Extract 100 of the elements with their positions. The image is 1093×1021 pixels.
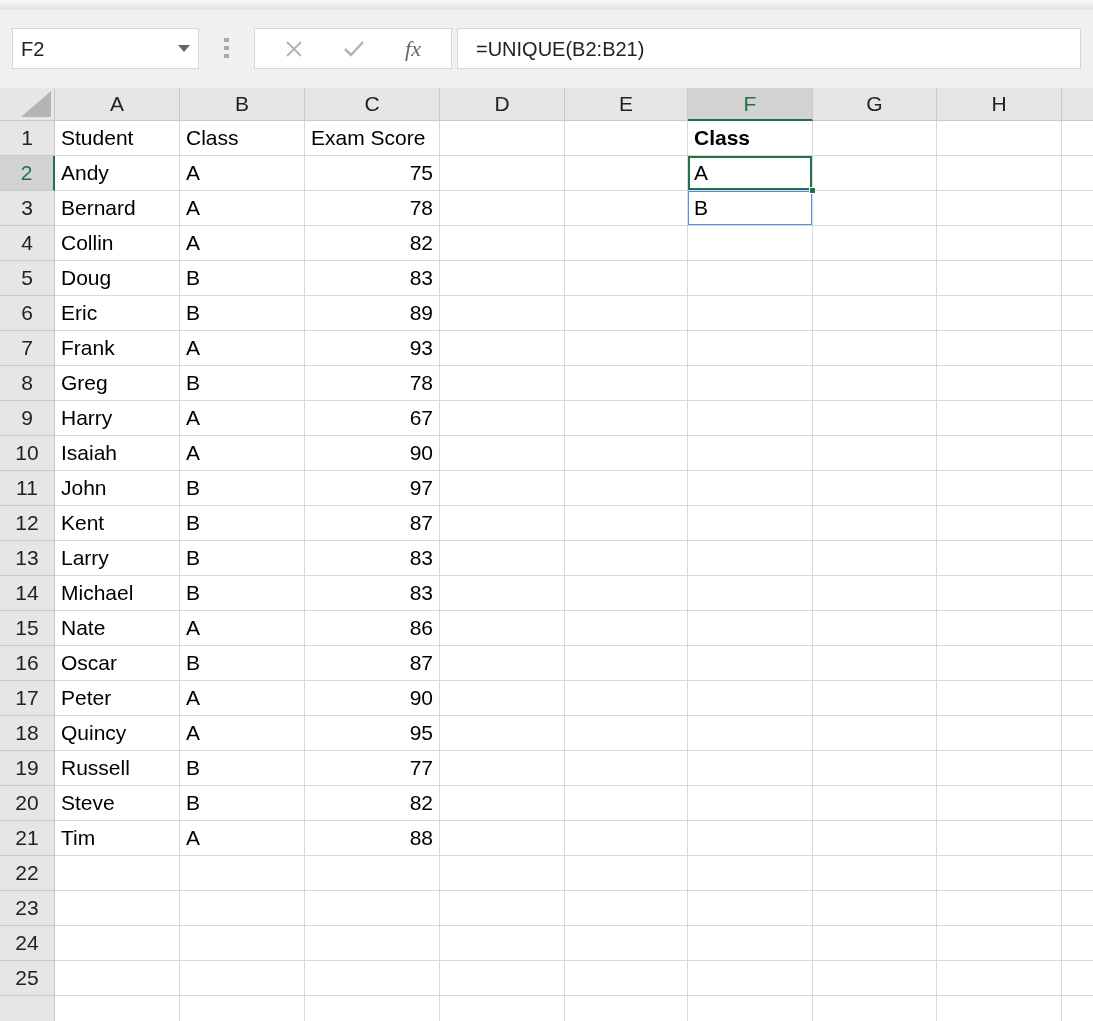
table-cell: Class [180,121,305,156]
table-cell: Peter [55,681,180,716]
table-cell: Greg [55,366,180,401]
table-cell: B [180,296,305,331]
table-cell: 78 [305,191,440,226]
column-header[interactable] [1062,88,1093,121]
table-cell: 77 [305,751,440,786]
table-cell: 83 [305,576,440,611]
column-header[interactable]: F [688,88,813,121]
close-icon[interactable] [285,39,303,58]
formula-field[interactable]: =UNIQUE(B2:B21) [457,28,1081,69]
row-header[interactable]: 19 [0,751,55,786]
table-cell: 97 [305,471,440,506]
table-cell: B [180,506,305,541]
table-cell: 90 [305,436,440,471]
table-cell: 95 [305,716,440,751]
table-cell: Tim [55,821,180,856]
row-header[interactable]: 10 [0,436,55,471]
table-cell: 88 [305,821,440,856]
table-cell: Class [688,121,813,156]
table-cell: A [688,156,813,191]
row-header[interactable]: 12 [0,506,55,541]
row-header[interactable]: 3 [0,191,55,226]
row-header[interactable]: 22 [0,856,55,891]
table-cell: A [180,436,305,471]
table-cell: Andy [55,156,180,191]
table-cell: 82 [305,226,440,261]
table-cell: 78 [305,366,440,401]
table-cell: 86 [305,611,440,646]
table-cell: B [180,366,305,401]
column-header[interactable]: H [937,88,1062,121]
table-cell: Isaiah [55,436,180,471]
grip-icon[interactable] [224,38,229,58]
table-cell: Collin [55,226,180,261]
table-cell: 83 [305,541,440,576]
table-cell: B [688,191,813,226]
table-cell: Kent [55,506,180,541]
fill-handle[interactable] [809,187,816,194]
row-header[interactable]: 6 [0,296,55,331]
table-cell: Nate [55,611,180,646]
table-cell: 67 [305,401,440,436]
table-cell: Doug [55,261,180,296]
row-header[interactable]: 1 [0,121,55,156]
table-cell: Student [55,121,180,156]
table-cell: 75 [305,156,440,191]
name-box[interactable]: F2 [12,28,199,69]
row-header[interactable]: 13 [0,541,55,576]
row-header[interactable]: 2 [0,156,55,191]
check-icon[interactable] [343,39,366,58]
table-cell: B [180,261,305,296]
cell-reference: F2 [21,36,45,62]
column-header[interactable]: D [440,88,565,121]
row-header[interactable]: 25 [0,961,55,996]
table-cell: A [180,611,305,646]
row-header[interactable]: 16 [0,646,55,681]
table-cell: Harry [55,401,180,436]
select-all-icon[interactable] [21,91,51,117]
row-header[interactable]: 23 [0,891,55,926]
table-cell: A [180,821,305,856]
table-cell: Russell [55,751,180,786]
row-header[interactable]: 11 [0,471,55,506]
row-header[interactable]: 5 [0,261,55,296]
table-cell: 87 [305,646,440,681]
row-header[interactable]: 17 [0,681,55,716]
table-cell: Oscar [55,646,180,681]
row-header[interactable]: 18 [0,716,55,751]
table-cell: B [180,471,305,506]
table-cell: Eric [55,296,180,331]
column-header[interactable]: E [565,88,688,121]
table-cell: A [180,191,305,226]
table-cell: Larry [55,541,180,576]
table-cell: A [180,226,305,261]
row-header[interactable]: 9 [0,401,55,436]
table-cell: Bernard [55,191,180,226]
column-header[interactable]: C [305,88,440,121]
table-cell: 93 [305,331,440,366]
table-cell: A [180,331,305,366]
table-cell: Exam Score [305,121,440,156]
table-cell: Frank [55,331,180,366]
column-header[interactable]: G [813,88,937,121]
table-cell: Steve [55,786,180,821]
row-header[interactable]: 20 [0,786,55,821]
row-header[interactable]: 15 [0,611,55,646]
row-header[interactable]: 4 [0,226,55,261]
column-header[interactable]: B [180,88,305,121]
row-header[interactable]: 24 [0,926,55,961]
table-cell: 82 [305,786,440,821]
table-cell: Michael [55,576,180,611]
table-cell: B [180,541,305,576]
caret-icon[interactable] [178,45,190,52]
table-cell: John [55,471,180,506]
column-header[interactable]: A [55,88,180,121]
insert-function-button[interactable]: fx [405,37,421,60]
row-header[interactable]: 21 [0,821,55,856]
row-header[interactable]: 7 [0,331,55,366]
row-header[interactable]: 14 [0,576,55,611]
row-header[interactable]: 8 [0,366,55,401]
table-cell: B [180,646,305,681]
table-cell: B [180,751,305,786]
table-cell: B [180,576,305,611]
